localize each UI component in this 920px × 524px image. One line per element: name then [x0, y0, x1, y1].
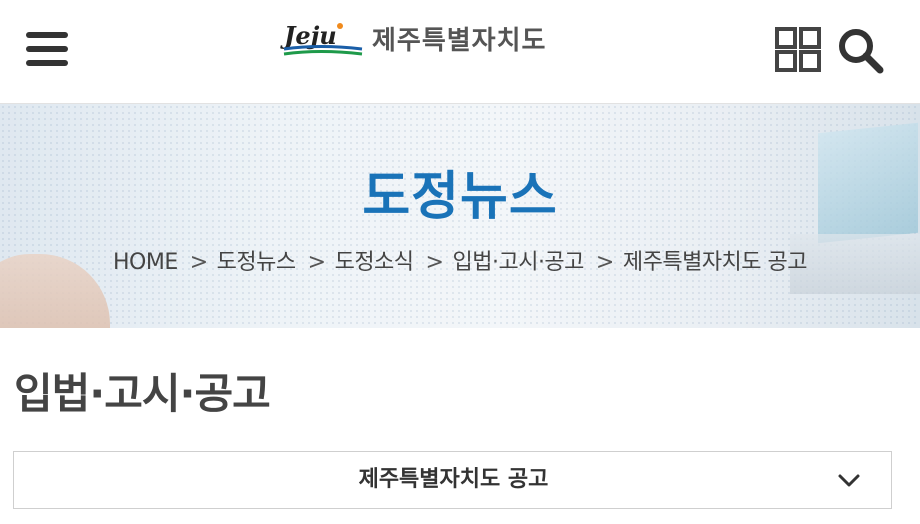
breadcrumb-home[interactable]: HOME — [113, 250, 178, 275]
category-select[interactable]: 제주특별자치도 공고 — [13, 451, 892, 509]
site-header: Jeju 제주특별자치도 — [0, 0, 920, 104]
banner-title: 도정뉴스 — [362, 167, 558, 227]
logo-text: 제주특별자치도 — [372, 25, 547, 56]
site-logo[interactable]: Jeju 제주특별자치도 — [280, 18, 546, 58]
breadcrumb-separator: > — [425, 250, 444, 275]
breadcrumb-current[interactable]: 제주특별자치도 공고 — [623, 244, 808, 276]
breadcrumb-separator: > — [189, 250, 208, 275]
breadcrumb-item[interactable]: 입법·고시·공고 — [452, 244, 584, 276]
breadcrumb-item[interactable]: 도정뉴스 — [217, 244, 296, 276]
menu-bar — [26, 60, 68, 66]
search-icon[interactable] — [836, 26, 886, 74]
breadcrumb-separator: > — [307, 250, 326, 275]
jeju-logo-icon: Jeju — [280, 21, 363, 56]
chevron-down-icon — [838, 474, 860, 487]
breadcrumb-separator: > — [595, 250, 614, 275]
breadcrumb-item[interactable]: 도정소식 — [335, 244, 414, 276]
page-title: 입법·고시·공고 — [14, 369, 271, 418]
menu-bar — [26, 32, 68, 38]
breadcrumb: HOME > 도정뉴스 > 도정소식 > 입법·고시·공고 > 제주특별자치도 공고 — [0, 244, 920, 276]
grid-icon[interactable] — [774, 26, 824, 74]
category-select-value: 제주특별자치도 공고 — [358, 467, 549, 492]
page-banner: 도정뉴스 HOME > 도정뉴스 > 도정소식 > 입법·고시·공고 > 제주특별자치도 공고 — [0, 104, 920, 328]
menu-icon[interactable] — [26, 32, 68, 68]
menu-bar — [26, 46, 68, 52]
